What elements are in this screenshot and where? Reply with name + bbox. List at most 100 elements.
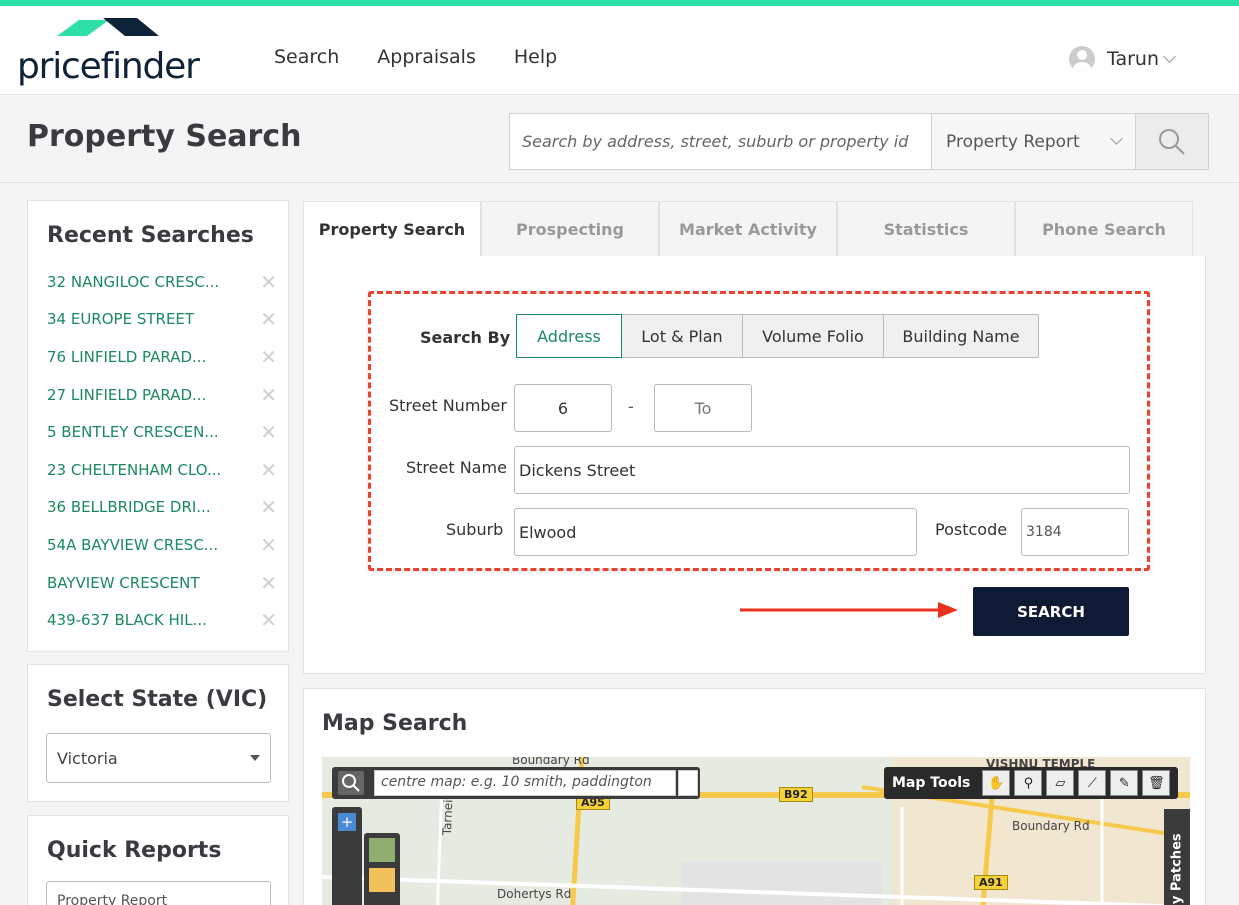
quick-report-select[interactable]: Property Report <box>46 881 271 905</box>
recent-searches-list: 32 NANGILOC CRESC... ✕ 34 EUROPE STREET ✕ … <box>47 263 277 639</box>
close-icon[interactable]: ✕ <box>260 608 277 632</box>
list-item[interactable]: 32 NANGILOC CRESC... ✕ <box>47 263 277 301</box>
pan-hand-icon[interactable]: ✋ <box>982 770 1011 796</box>
tab-prospecting[interactable]: Prospecting <box>481 201 659 257</box>
my-patches-tab[interactable]: My Patches <box>1164 809 1190 905</box>
tab-property-search[interactable]: Property Search <box>303 201 481 257</box>
global-search-input[interactable] <box>510 114 932 169</box>
recent-search-link[interactable]: 32 NANGILOC CRESC... <box>47 273 219 291</box>
list-item[interactable]: 54A BAYVIEW CRESC... ✕ <box>47 526 277 564</box>
recent-search-link[interactable]: 34 EUROPE STREET <box>47 310 194 328</box>
recent-search-link[interactable]: 36 BELLBRIDGE DRI... <box>47 498 211 516</box>
search-by-lot-plan[interactable]: Lot & Plan <box>622 315 743 357</box>
close-icon[interactable]: ✕ <box>260 495 277 519</box>
quick-reports-panel: Quick Reports Property Report <box>27 815 289 905</box>
road-shield: B92 <box>779 787 813 802</box>
search-by-address[interactable]: Address <box>516 314 622 358</box>
close-icon[interactable]: ✕ <box>260 533 277 557</box>
list-item[interactable]: 34 EUROPE STREET ✕ <box>47 301 277 339</box>
nav-help[interactable]: Help <box>514 46 557 68</box>
search-by-building-name[interactable]: Building Name <box>884 315 1038 357</box>
report-type-value: Property Report <box>946 131 1080 152</box>
map-search-input[interactable]: centre map: e.g. 10 smith, paddington <box>374 770 676 796</box>
recent-search-link[interactable]: BAYVIEW CRESCENT <box>47 574 200 592</box>
list-item[interactable]: 5 BENTLEY CRESCEN... ✕ <box>47 413 277 451</box>
map-layer-switcher <box>364 833 400 905</box>
global-search-button[interactable] <box>1136 114 1208 169</box>
suburb-input[interactable]: Elwood <box>514 508 917 556</box>
tab-market-activity[interactable]: Market Activity <box>659 201 837 257</box>
map-search-bar: centre map: e.g. 10 smith, paddington <box>332 767 700 799</box>
recent-search-link[interactable]: 439-637 BLACK HIL... <box>47 611 207 629</box>
user-name: Tarun <box>1107 48 1159 70</box>
list-item[interactable]: 439-637 BLACK HIL... ✕ <box>47 601 277 639</box>
street-name-label: Street Name <box>406 458 507 477</box>
trash-icon[interactable]: 🗑 <box>1142 770 1171 796</box>
close-icon[interactable]: ✕ <box>260 307 277 331</box>
nav-appraisals[interactable]: Appraisals <box>377 46 476 68</box>
map-label: Boundary Rd <box>1012 819 1090 833</box>
list-item[interactable]: BAYVIEW CRESCENT ✕ <box>47 564 277 602</box>
close-icon[interactable]: ✕ <box>260 420 277 444</box>
tab-phone-search[interactable]: Phone Search <box>1015 201 1193 257</box>
search-by-toggle: Address Lot & Plan Volume Folio Building… <box>516 314 1039 358</box>
map-search-title: Map Search <box>322 711 468 736</box>
recent-search-link[interactable]: 5 BENTLEY CRESCEN... <box>47 423 219 441</box>
user-menu[interactable]: Tarun <box>1069 46 1176 72</box>
map-search-panel: Map Search Boundary Rd Boundary Rd Doher… <box>303 688 1206 905</box>
logo[interactable]: pricefinder <box>17 18 200 90</box>
global-search-bar: Property Report <box>509 113 1209 170</box>
select-state-panel: Select State (VIC) Victoria <box>27 664 289 802</box>
street-name-input[interactable]: Dickens Street <box>514 446 1130 494</box>
page-title: Property Search <box>27 119 302 154</box>
satellite-layer-icon[interactable] <box>369 838 395 862</box>
list-item[interactable]: 27 LINFIELD PARAD... ✕ <box>47 376 277 414</box>
street-number-label: Street Number <box>389 396 507 415</box>
arrow-right-icon <box>740 602 958 618</box>
street-view-icon[interactable]: ⚲ <box>1014 770 1043 796</box>
map-go-icon[interactable] <box>678 770 698 796</box>
close-icon[interactable]: ✕ <box>260 458 277 482</box>
caret-down-icon <box>250 755 260 761</box>
search-submit-button[interactable]: SEARCH <box>973 587 1129 636</box>
list-item[interactable]: 76 LINFIELD PARAD... ✕ <box>47 338 277 376</box>
pencil-icon[interactable]: ✎ <box>1110 770 1139 796</box>
close-icon[interactable]: ✕ <box>260 383 277 407</box>
recent-search-link[interactable]: 23 CHELTENHAM CLO... <box>47 461 221 479</box>
postcode-label: Postcode <box>935 520 1008 539</box>
recent-search-link[interactable]: 27 LINFIELD PARAD... <box>47 386 206 404</box>
close-icon[interactable]: ✕ <box>260 270 277 294</box>
recent-searches-title: Recent Searches <box>47 223 254 248</box>
main-nav: Search Appraisals Help <box>274 46 557 68</box>
report-type-select[interactable]: Property Report <box>932 114 1136 169</box>
map-tools-bar: Map Tools ✋ ⚲ ▱ ⟋ ✎ 🗑 <box>884 767 1178 799</box>
close-icon[interactable]: ✕ <box>260 345 277 369</box>
search-by-volume-folio[interactable]: Volume Folio <box>743 315 884 357</box>
recent-search-link[interactable]: 54A BAYVIEW CRESC... <box>47 536 218 554</box>
nav-search[interactable]: Search <box>274 46 339 68</box>
draw-line-icon[interactable]: ⟋ <box>1078 770 1107 796</box>
range-separator: - <box>628 397 634 416</box>
zoom-control: + <box>332 807 362 905</box>
logo-mark-icon <box>57 18 159 36</box>
street-layer-icon[interactable] <box>369 868 395 892</box>
map-tools-label: Map Tools <box>892 775 971 791</box>
list-item[interactable]: 36 BELLBRIDGE DRI... ✕ <box>47 489 277 527</box>
list-item[interactable]: 23 CHELTENHAM CLO... ✕ <box>47 451 277 489</box>
recent-search-link[interactable]: 76 LINFIELD PARAD... <box>47 348 206 366</box>
state-select[interactable]: Victoria <box>46 733 271 783</box>
search-tabs: Property Search Prospecting Market Activ… <box>303 201 1193 257</box>
street-number-input[interactable]: 6 <box>514 384 612 432</box>
recent-searches-panel: Recent Searches 32 NANGILOC CRESC... ✕ 34… <box>27 200 289 652</box>
app-header: pricefinder Search Appraisals Help Tarun <box>0 6 1239 95</box>
postcode-input[interactable]: 3184 <box>1021 508 1129 556</box>
close-icon[interactable]: ✕ <box>260 571 277 595</box>
zoom-in-icon[interactable]: + <box>338 813 356 831</box>
quick-report-value: Property Report <box>57 893 168 905</box>
tab-statistics[interactable]: Statistics <box>837 201 1015 257</box>
search-icon[interactable] <box>338 771 364 795</box>
map-canvas[interactable]: Boundary Rd Boundary Rd Dohertys Rd Tarn… <box>322 757 1190 905</box>
logo-text: pricefinder <box>17 46 200 87</box>
street-number-to-input[interactable]: To <box>654 384 752 432</box>
draw-polygon-icon[interactable]: ▱ <box>1046 770 1075 796</box>
